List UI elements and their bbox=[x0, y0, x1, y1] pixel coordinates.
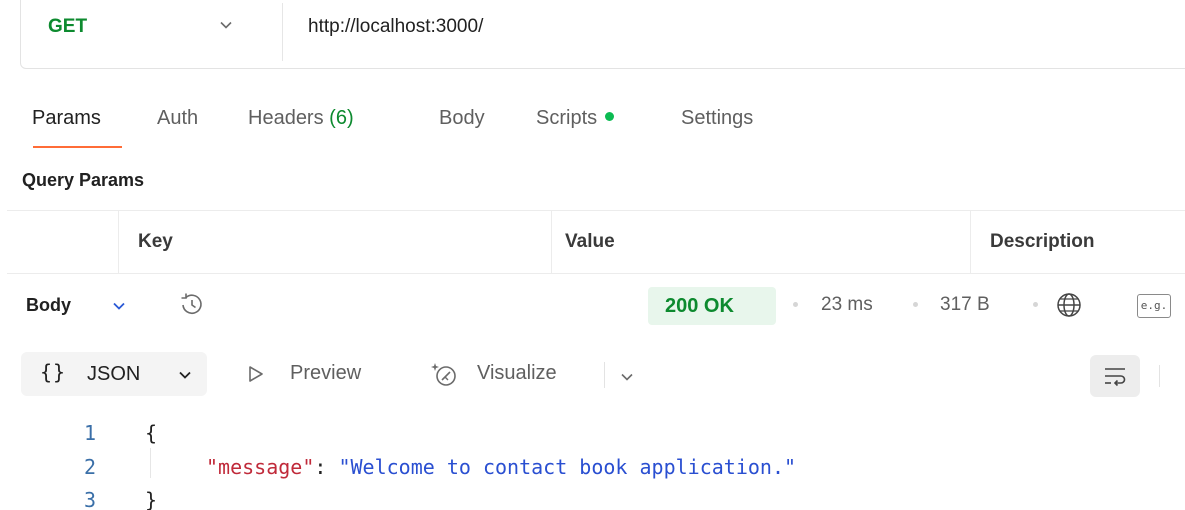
preview-button[interactable]: Preview bbox=[290, 362, 361, 385]
chevron-down-icon[interactable] bbox=[111, 298, 127, 314]
wrap-lines-icon bbox=[1105, 368, 1126, 387]
braces-icon: {} bbox=[40, 360, 67, 384]
response-body-label[interactable]: Body bbox=[26, 295, 71, 316]
visualize-divider bbox=[604, 362, 605, 388]
url-divider bbox=[282, 3, 283, 61]
column-header-value: Value bbox=[565, 231, 615, 252]
url-input[interactable]: http://localhost:3000/ bbox=[308, 16, 483, 38]
chevron-down-icon bbox=[179, 371, 191, 379]
column-divider bbox=[970, 211, 971, 273]
chevron-down-icon[interactable] bbox=[218, 17, 234, 33]
headers-count: (6) bbox=[329, 107, 354, 129]
play-icon[interactable] bbox=[246, 364, 266, 384]
tab-auth[interactable]: Auth bbox=[157, 107, 198, 130]
tab-scripts-label: Scripts bbox=[536, 107, 598, 129]
visualize-button[interactable]: Visualize bbox=[477, 362, 557, 385]
tab-settings[interactable]: Settings bbox=[681, 107, 753, 130]
column-header-description: Description bbox=[990, 231, 1095, 252]
wrap-lines-button[interactable] bbox=[1090, 355, 1140, 397]
query-params-title: Query Params bbox=[22, 170, 145, 190]
code-line: { bbox=[145, 421, 158, 445]
tab-params[interactable]: Params bbox=[32, 107, 101, 130]
request-url-bar: GET http://localhost:3000/ bbox=[20, 0, 1185, 69]
line-number: 2 bbox=[84, 455, 97, 479]
json-colon: : bbox=[314, 455, 339, 479]
globe-icon[interactable] bbox=[1054, 290, 1084, 320]
code-line: "message": "Welcome to contact book appl… bbox=[206, 455, 796, 479]
line-number: 1 bbox=[84, 421, 97, 445]
column-divider bbox=[551, 211, 552, 273]
visualize-icon[interactable] bbox=[430, 359, 460, 389]
history-icon[interactable] bbox=[173, 289, 207, 319]
code-line: } bbox=[145, 488, 158, 510]
line-number: 3 bbox=[84, 488, 97, 510]
status-badge[interactable]: 200 OK bbox=[648, 287, 776, 325]
separator-dot bbox=[1033, 302, 1038, 307]
tab-headers-label: Headers bbox=[248, 107, 324, 129]
column-divider bbox=[118, 211, 119, 273]
save-example-icon[interactable]: e.g. bbox=[1137, 294, 1171, 318]
tab-headers[interactable]: Headers (6) bbox=[248, 107, 354, 130]
json-string-value: "Welcome to contact book application." bbox=[338, 455, 797, 479]
active-tab-indicator bbox=[33, 146, 122, 148]
response-time[interactable]: 23 ms bbox=[821, 294, 873, 316]
scripts-indicator-dot bbox=[605, 112, 615, 121]
tab-scripts[interactable]: Scripts bbox=[536, 107, 615, 130]
method-select[interactable]: GET bbox=[48, 16, 87, 38]
separator-dot bbox=[793, 302, 798, 307]
response-format-select[interactable]: {} JSON bbox=[21, 352, 207, 396]
status-code: 200 OK bbox=[665, 295, 734, 317]
column-header-key: Key bbox=[138, 231, 173, 252]
indent-guide bbox=[150, 448, 151, 478]
query-params-table: Key Value Description bbox=[7, 210, 1185, 274]
separator-dot bbox=[913, 302, 918, 307]
json-key: "message" bbox=[206, 455, 315, 479]
toolbar-divider bbox=[1159, 365, 1160, 387]
tab-body[interactable]: Body bbox=[439, 107, 485, 130]
response-size[interactable]: 317 B bbox=[940, 294, 990, 316]
format-label: JSON bbox=[87, 363, 141, 385]
chevron-down-icon[interactable] bbox=[619, 369, 635, 385]
